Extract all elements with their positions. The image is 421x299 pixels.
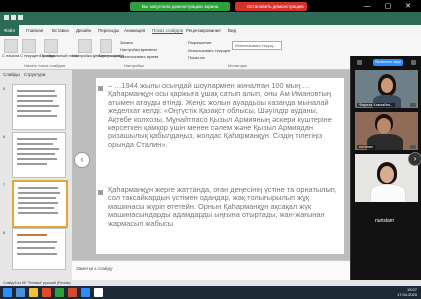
window-titlebar [0, 12, 421, 25]
slide-thumbnail-selected[interactable] [12, 180, 68, 228]
slide-number: 6 [3, 134, 6, 139]
tab-slideshow[interactable]: Показ слайдов [152, 28, 183, 34]
browser-icon[interactable] [16, 288, 25, 297]
resolution-label: Разрешение: [188, 40, 213, 45]
tab-outline[interactable]: Структура [24, 72, 45, 77]
powerpoint-icon[interactable] [68, 288, 77, 297]
participant-name: Фариза Хамзабек... [357, 103, 396, 107]
tab-animations[interactable]: Анимация [124, 28, 145, 33]
slides-panel: Слайды Структура 5 6 7 8 [0, 70, 72, 280]
tab-design[interactable]: Дизайн [76, 28, 91, 33]
mic-icon [410, 103, 416, 107]
tab-file[interactable]: Файл [0, 25, 20, 36]
participant-name: nurislam [357, 145, 376, 149]
quick-access-toolbar [4, 15, 32, 22]
more-icon[interactable] [411, 60, 416, 65]
slide-editor: – …1944 жылы осындай шоуларміен жиналған… [72, 70, 350, 260]
window-controls[interactable]: — ▢ ✕ [364, 2, 417, 10]
record-option[interactable]: Запись [120, 40, 133, 45]
slide-paragraph-2: Қаһарманқұн жерге жаттанда, оған деңесін… [108, 185, 337, 228]
custom-show-icon[interactable] [44, 39, 58, 53]
participant-tile[interactable]: nurislam [355, 112, 418, 150]
resolution-select[interactable]: Использовать текущ... [232, 41, 282, 50]
system-clock[interactable]: 15:07 17.04.2020 [396, 287, 417, 297]
notes-pane[interactable]: Заметки к слайду [72, 260, 350, 280]
minimize-icon[interactable] [357, 60, 362, 65]
use-timings-option[interactable]: Использовать время [120, 54, 158, 59]
tab-view[interactable]: Вид [228, 28, 236, 33]
bullet-icon [98, 190, 103, 195]
from-start-label[interactable]: С начала [2, 53, 19, 58]
tab-insert[interactable]: Вставка [52, 28, 69, 33]
tab-slides[interactable]: Слайды [3, 72, 20, 77]
slide-thumbnail[interactable] [12, 84, 66, 130]
participant-tile[interactable]: nurislam [355, 206, 418, 232]
setup-show-icon[interactable] [78, 39, 92, 53]
start-icon[interactable] [3, 288, 12, 297]
group-label-start: Начать показ слайдов [24, 63, 66, 68]
folder-icon[interactable] [29, 288, 38, 297]
status-text: Слайд 8 из 55 "Техника" русский (Россия) [3, 281, 71, 285]
slide-number: 7 [3, 182, 6, 187]
notes-placeholder: Заметки к слайду [76, 266, 113, 271]
stop-sharing-button[interactable]: Остановить демонстрацию [235, 2, 307, 11]
meeting-header: Включить звук [355, 58, 418, 68]
app-icon[interactable] [94, 288, 103, 297]
previous-slide-icon[interactable]: ‹ [74, 152, 90, 168]
tab-transitions[interactable]: Переходы [98, 28, 119, 33]
screen-share-banner: Вы запустили демонстрацию экрана [130, 2, 230, 11]
participant-tile[interactable]: Фариза Хамзабек... [355, 70, 418, 108]
use-current-label: Использовать текущее [188, 48, 231, 53]
participant-name: nurislam [375, 218, 394, 224]
save-icon[interactable] [4, 15, 9, 20]
hide-slide-icon[interactable] [100, 39, 112, 53]
bullet-icon [98, 86, 103, 91]
play-from-start-icon[interactable] [4, 39, 18, 53]
taskbar: 15:07 17.04.2020 [0, 286, 421, 299]
clock-date: 17.04.2020 [396, 291, 417, 297]
slide-number: 5 [3, 86, 6, 91]
play-from-current-icon[interactable] [22, 39, 36, 53]
app-icon[interactable] [42, 288, 51, 297]
zoom-icon[interactable] [81, 288, 90, 297]
rehearse-option[interactable]: Настройка времени [120, 47, 157, 52]
group-label-monitors: Мониторы [228, 63, 248, 68]
app-icon[interactable] [55, 288, 64, 297]
unmute-button[interactable]: Включить звук [373, 59, 403, 66]
slide-number: 8 [3, 230, 6, 235]
video-meeting-panel: Включить звук Фариза Хамзабек... nurisla… [350, 56, 421, 286]
slide-paragraph-1: – …1944 жылы осындай шоуларміен жиналған… [108, 81, 332, 149]
show-on-label: Показ на: [188, 55, 206, 60]
slide-canvas[interactable]: – …1944 жылы осындай шоуларміен жиналған… [96, 78, 344, 254]
group-label-setup: Настройка [124, 63, 144, 68]
next-page-icon[interactable]: › [408, 152, 421, 166]
tab-home[interactable]: Главная [26, 28, 43, 33]
mic-icon [410, 145, 416, 149]
tab-review[interactable]: Рецензирование [186, 28, 221, 33]
ribbon-tabs: Файл Главная Вставка Дизайн Переходы Ани… [0, 25, 421, 36]
redo-icon[interactable] [18, 15, 23, 20]
undo-icon[interactable] [11, 15, 16, 20]
slide-thumbnail[interactable] [12, 132, 66, 178]
slide-thumbnail[interactable] [12, 228, 66, 270]
